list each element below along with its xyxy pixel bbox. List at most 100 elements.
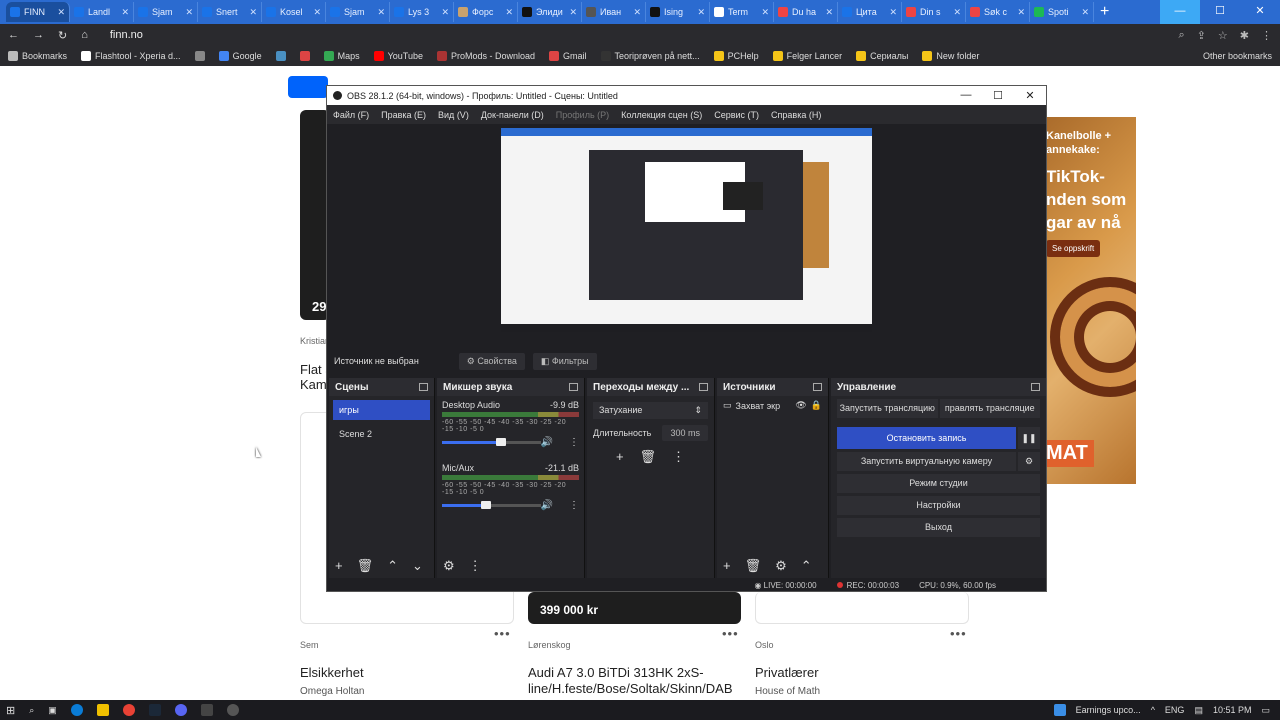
preview-canvas[interactable] — [501, 128, 872, 332]
browser-tab[interactable]: FINN ✕ — [6, 2, 70, 22]
kebab-icon[interactable]: ⋮ — [569, 437, 579, 448]
recipe-ad[interactable]: Kanelbolle + annekake: TikTok- nden som … — [1040, 117, 1136, 484]
bookmark-item[interactable]: PCHelp — [713, 51, 759, 61]
trash-icon[interactable]: 🗑 — [640, 449, 657, 465]
manage-stream-button[interactable]: правлять трансляцие — [939, 399, 1040, 418]
ad-button[interactable]: Se oppskrift — [1046, 240, 1101, 257]
close-icon[interactable]: ✕ — [1017, 7, 1025, 18]
lock-icon[interactable]: 🔒 — [811, 400, 822, 411]
bookmark-item[interactable] — [299, 51, 310, 61]
kebab-icon[interactable]: ⋮ — [469, 558, 482, 574]
bookmark-item[interactable] — [275, 51, 286, 61]
speaker-icon[interactable]: 🔊 — [541, 437, 553, 448]
close-icon[interactable]: ✕ — [441, 7, 449, 18]
menu-icon[interactable]: ⋮ — [1261, 29, 1272, 42]
close-icon[interactable]: ✕ — [825, 7, 833, 18]
menu-item[interactable]: Вид (V) — [438, 110, 469, 120]
bookmark-item[interactable]: New folder — [922, 51, 979, 61]
network-icon[interactable]: ▤ — [1194, 705, 1203, 716]
chevron-up-icon[interactable]: ⌃ — [387, 558, 398, 574]
bookmark-item[interactable]: Maps — [323, 51, 360, 61]
kebab-icon[interactable]: ⋮ — [672, 449, 685, 465]
volume-slider[interactable]: 🔊 ⋮ — [442, 500, 579, 511]
bookmark-item[interactable]: Teoriprøven på nett... — [600, 51, 700, 61]
news-widget[interactable]: Earnings upco... — [1076, 705, 1141, 715]
undock-icon[interactable] — [569, 383, 578, 391]
kebab-icon[interactable]: ⋮ — [569, 500, 579, 511]
more-icon[interactable]: ••• — [950, 626, 967, 641]
browser-tab[interactable]: Term ✕ — [710, 2, 774, 22]
close-icon[interactable]: ✕ — [633, 7, 641, 18]
source-item[interactable]: ▭ Захват экр 👁 🔒 — [717, 396, 828, 415]
bookmark-item[interactable]: ProMods - Download — [436, 51, 535, 61]
bookmark-item[interactable]: YouTube — [373, 51, 423, 61]
close-icon[interactable]: ✕ — [121, 7, 129, 18]
menu-item[interactable]: Профиль (P) — [556, 110, 609, 120]
stop-recording-button[interactable]: Остановить запись — [837, 427, 1016, 449]
card-title[interactable]: Audi A7 3.0 BiTDi 313HK 2xS-line/H.feste… — [528, 665, 738, 697]
scene-item[interactable]: игры — [333, 400, 430, 420]
tray-chevron-icon[interactable]: ^ — [1151, 705, 1155, 715]
lang-indicator[interactable]: ENG — [1165, 705, 1185, 715]
card-image-4[interactable] — [755, 592, 969, 624]
minimize-icon[interactable]: — — [1160, 0, 1200, 24]
url-field[interactable]: finn.no — [110, 29, 143, 41]
browser-tab[interactable]: Spoti ✕ — [1030, 2, 1094, 22]
maximize-icon[interactable]: ☐ — [982, 89, 1014, 102]
studio-mode-button[interactable]: Режим студии — [837, 474, 1040, 493]
home-icon[interactable]: ⌂ — [81, 29, 88, 41]
browser-tab[interactable]: Иван ✕ — [582, 2, 646, 22]
add-icon[interactable]: + — [723, 558, 731, 574]
close-icon[interactable]: ✕ — [697, 7, 705, 18]
back-icon[interactable]: ← — [8, 29, 19, 41]
bookmark-item[interactable]: Bookmarks — [8, 51, 67, 61]
close-icon[interactable]: ✕ — [569, 7, 577, 18]
minimize-icon[interactable]: — — [950, 89, 982, 102]
close-icon[interactable]: ✕ — [889, 7, 897, 18]
browser-tab[interactable]: Kosel ✕ — [262, 2, 326, 22]
card-title[interactable]: Elsikkerhet — [300, 665, 364, 680]
chevron-up-icon[interactable]: ⌃ — [801, 558, 812, 574]
browser-tab[interactable]: Ising ✕ — [646, 2, 710, 22]
close-icon[interactable]: ✕ — [1081, 7, 1089, 18]
add-icon[interactable]: + — [616, 449, 624, 465]
close-icon[interactable]: ✕ — [185, 7, 193, 18]
windows-start-icon[interactable]: ⊞ — [6, 704, 15, 717]
bookmark-item[interactable]: Felger Lancer — [772, 51, 842, 61]
card-title[interactable]: Privatlærer — [755, 665, 819, 680]
browser-tab[interactable]: Форс ✕ — [454, 2, 518, 22]
steam-icon[interactable] — [148, 704, 161, 716]
browser-tab[interactable]: Элиди ✕ — [518, 2, 582, 22]
undock-icon[interactable] — [419, 383, 428, 391]
discord-icon[interactable] — [174, 704, 187, 716]
slider-knob[interactable] — [496, 437, 507, 446]
close-icon[interactable]: ✕ — [1240, 0, 1280, 24]
file-explorer-icon[interactable] — [96, 704, 109, 716]
properties-button[interactable]: ⚙ Свойства — [458, 352, 525, 370]
browser-tab[interactable]: Snert ✕ — [198, 2, 262, 22]
duration-field[interactable]: 300 ms — [662, 425, 708, 441]
audio-app-icon[interactable] — [200, 704, 213, 716]
browser-tab[interactable]: Sjam ✕ — [326, 2, 390, 22]
bookmark-item[interactable]: Google — [218, 51, 262, 61]
maximize-icon[interactable]: ☐ — [1200, 0, 1240, 24]
bookmark-item[interactable]: Gmail — [549, 51, 587, 61]
menu-item[interactable]: Сервис (T) — [714, 110, 759, 120]
search-icon[interactable]: ⌕ — [1179, 29, 1185, 42]
obs-icon[interactable] — [226, 704, 239, 716]
menu-item[interactable]: Справка (H) — [771, 110, 821, 120]
star-icon[interactable]: ☆ — [1218, 29, 1228, 42]
weather-icon[interactable] — [1053, 704, 1066, 716]
close-icon[interactable]: ✕ — [953, 7, 961, 18]
task-view-icon[interactable]: ▣ — [48, 705, 57, 716]
exit-button[interactable]: Выход — [837, 518, 1040, 537]
more-icon[interactable]: ••• — [494, 626, 511, 641]
close-icon[interactable]: ✕ — [1014, 89, 1046, 102]
close-icon[interactable]: ✕ — [377, 7, 385, 18]
virtual-camera-button[interactable]: Запустить виртуальную камеру — [837, 452, 1016, 471]
gear-icon[interactable]: ⚙ — [1018, 452, 1040, 471]
browser-tab[interactable]: Landl ✕ — [70, 2, 134, 22]
undock-icon[interactable] — [1031, 383, 1040, 391]
browser-tab[interactable]: Du ha ✕ — [774, 2, 838, 22]
close-icon[interactable]: ✕ — [249, 7, 257, 18]
